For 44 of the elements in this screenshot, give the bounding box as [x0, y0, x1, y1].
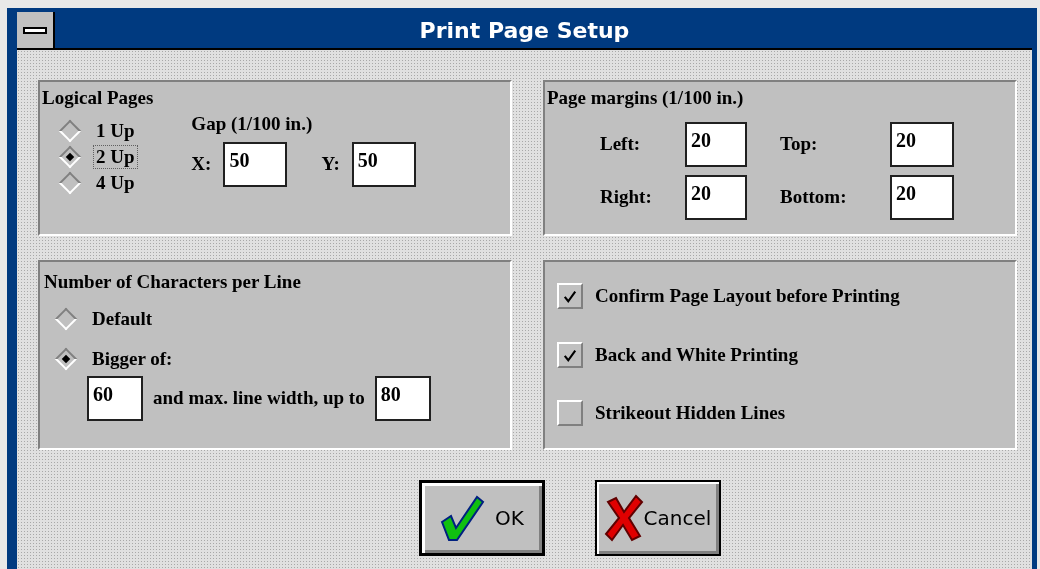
ok-button[interactable]: OK [418, 480, 545, 556]
check-icon [563, 347, 577, 362]
max-width-input[interactable]: 80 [374, 376, 431, 421]
radio-button[interactable] [58, 145, 82, 169]
field-label: X: [191, 152, 212, 177]
check-icon [563, 289, 577, 304]
checkmark-icon [439, 494, 486, 542]
checkbox[interactable] [557, 341, 583, 368]
group-title: Number of Characters per Line [44, 270, 302, 294]
group-title: Page margins (1/100 in.) [547, 86, 745, 110]
checkbox-label: Confirm Page Layout before Printing [595, 284, 900, 308]
radio-label: 1 Up [95, 120, 136, 142]
radio-label: Bigger of: [91, 348, 174, 370]
radio-button[interactable] [58, 171, 82, 195]
line-width-label: and max. line width, up to [153, 386, 365, 411]
radio-label: Default [91, 308, 154, 330]
margin-input[interactable]: 20 [890, 175, 954, 220]
margin-input[interactable]: 20 [890, 122, 954, 167]
cancel-button[interactable]: Cancel [594, 480, 721, 556]
radio-label: 2 Up [94, 146, 137, 168]
radio-button[interactable] [54, 347, 78, 371]
checkbox-label: Strikeout Hidden Lines [595, 401, 786, 425]
field-label: Top: [780, 132, 819, 157]
x-mark-icon [603, 494, 644, 542]
gap-input[interactable]: 50 [351, 142, 416, 187]
field-label: Bottom: [780, 185, 848, 210]
checkbox[interactable] [557, 283, 583, 310]
field-label: Left: [600, 132, 642, 157]
checkbox-label: Back and White Printing [595, 342, 798, 367]
minus-icon [23, 26, 47, 34]
field-label: Y: [321, 152, 340, 177]
field-label: Right: [600, 185, 653, 210]
margin-input[interactable]: 20 [685, 175, 747, 220]
system-menu-button[interactable] [17, 12, 55, 48]
checkbox[interactable] [557, 400, 583, 427]
gap-input[interactable]: 50 [223, 142, 288, 187]
window-title: Print Page Setup [418, 16, 631, 45]
margin-input[interactable]: 20 [685, 122, 747, 167]
group-title: Logical Pages [42, 86, 154, 110]
radio-button[interactable] [54, 307, 78, 331]
gap-title: Gap (1/100 in.) [191, 112, 314, 136]
radio-button[interactable] [58, 119, 82, 143]
min-width-input[interactable]: 60 [87, 376, 143, 421]
radio-label: 4 Up [95, 172, 136, 194]
